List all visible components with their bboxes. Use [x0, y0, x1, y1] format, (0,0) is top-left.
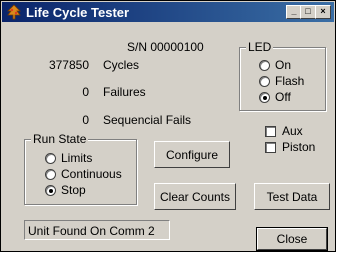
close-button-label: Close [276, 232, 308, 246]
run-state-stop-radio[interactable] [45, 185, 56, 196]
run-state-stop-label: Stop [61, 183, 86, 197]
sequencial-fails-value: 0 [82, 113, 89, 127]
piston-label: Piston [282, 140, 316, 154]
run-state-limits-label: Limits [61, 151, 93, 165]
clear-counts-button-label: Clear Counts [159, 190, 231, 204]
tree-icon [7, 4, 21, 20]
window-title: Life Cycle Tester [26, 5, 130, 20]
led-legend: LED [246, 40, 274, 54]
aux-label: Aux [282, 124, 303, 138]
led-flash-label: Flash [275, 74, 305, 88]
run-state-continuous-radio[interactable] [45, 169, 56, 180]
title-bar[interactable]: Life Cycle Tester _ □ × [2, 2, 334, 22]
piston-checkbox[interactable] [265, 142, 276, 153]
led-off-radio[interactable] [259, 92, 270, 103]
configure-button[interactable]: Configure [154, 141, 230, 168]
serial-number: S/N 00000100 [127, 40, 204, 54]
failures-value: 0 [82, 85, 89, 99]
led-flash-radio[interactable] [259, 76, 270, 87]
run-state-legend: Run State [31, 132, 89, 146]
test-data-button[interactable]: Test Data [254, 183, 330, 210]
maximize-button[interactable]: □ [300, 5, 316, 19]
failures-label: Failures [103, 85, 146, 99]
led-on-radio[interactable] [259, 60, 270, 71]
close-window-button[interactable]: × [315, 5, 331, 19]
led-off-label: Off [275, 90, 291, 104]
test-data-button-label: Test Data [266, 190, 318, 204]
sequencial-fails-label: Sequencial Fails [103, 113, 192, 127]
led-on-label: On [275, 58, 292, 72]
close-button[interactable]: Close [256, 227, 328, 251]
run-state-limits-radio[interactable] [45, 153, 56, 164]
main-window: Life Cycle Tester _ □ × S/N 00000100 377… [0, 0, 336, 252]
status-field: Unit Found On Comm 2 [24, 220, 170, 240]
clear-counts-button[interactable]: Clear Counts [154, 183, 236, 210]
aux-checkbox[interactable] [265, 126, 276, 137]
cycles-value: 377850 [48, 58, 89, 72]
cycles-label: Cycles [103, 58, 140, 72]
configure-button-label: Configure [165, 148, 219, 162]
run-state-continuous-label: Continuous [61, 167, 122, 181]
